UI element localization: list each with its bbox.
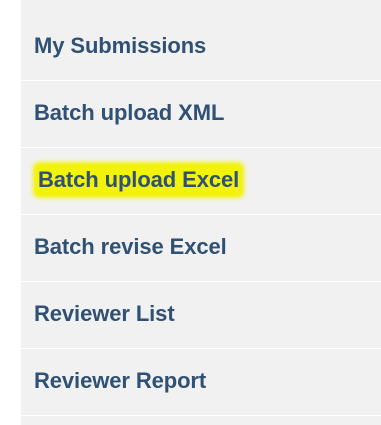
sidebar-item-reviewer-list[interactable]: Reviewer List [21,282,381,349]
batch-upload-xml-link[interactable]: Batch upload XML [34,98,224,128]
sidebar-nav: My Submissions Batch upload XML Batch up… [21,0,381,425]
reviewer-report-link[interactable]: Reviewer Report [34,366,206,396]
sidebar-item-reviewer-report[interactable]: Reviewer Report [21,349,381,416]
sidebar-item-my-submissions[interactable]: My Submissions [21,14,381,81]
batch-upload-excel-link[interactable]: Batch upload Excel [36,165,242,195]
screenshot-stage: My Submissions Batch upload XML Batch up… [0,0,381,425]
batch-revise-excel-link[interactable]: Batch revise Excel [34,232,227,262]
sidebar-menu: My Submissions Batch upload XML Batch up… [21,14,381,416]
sidebar-item-batch-revise-excel[interactable]: Batch revise Excel [21,215,381,282]
reviewer-list-link[interactable]: Reviewer List [34,299,175,329]
sidebar-item-batch-upload-xml[interactable]: Batch upload XML [21,81,381,148]
sidebar-item-batch-upload-excel[interactable]: Batch upload Excel [21,148,381,215]
my-submissions-link[interactable]: My Submissions [34,31,206,61]
